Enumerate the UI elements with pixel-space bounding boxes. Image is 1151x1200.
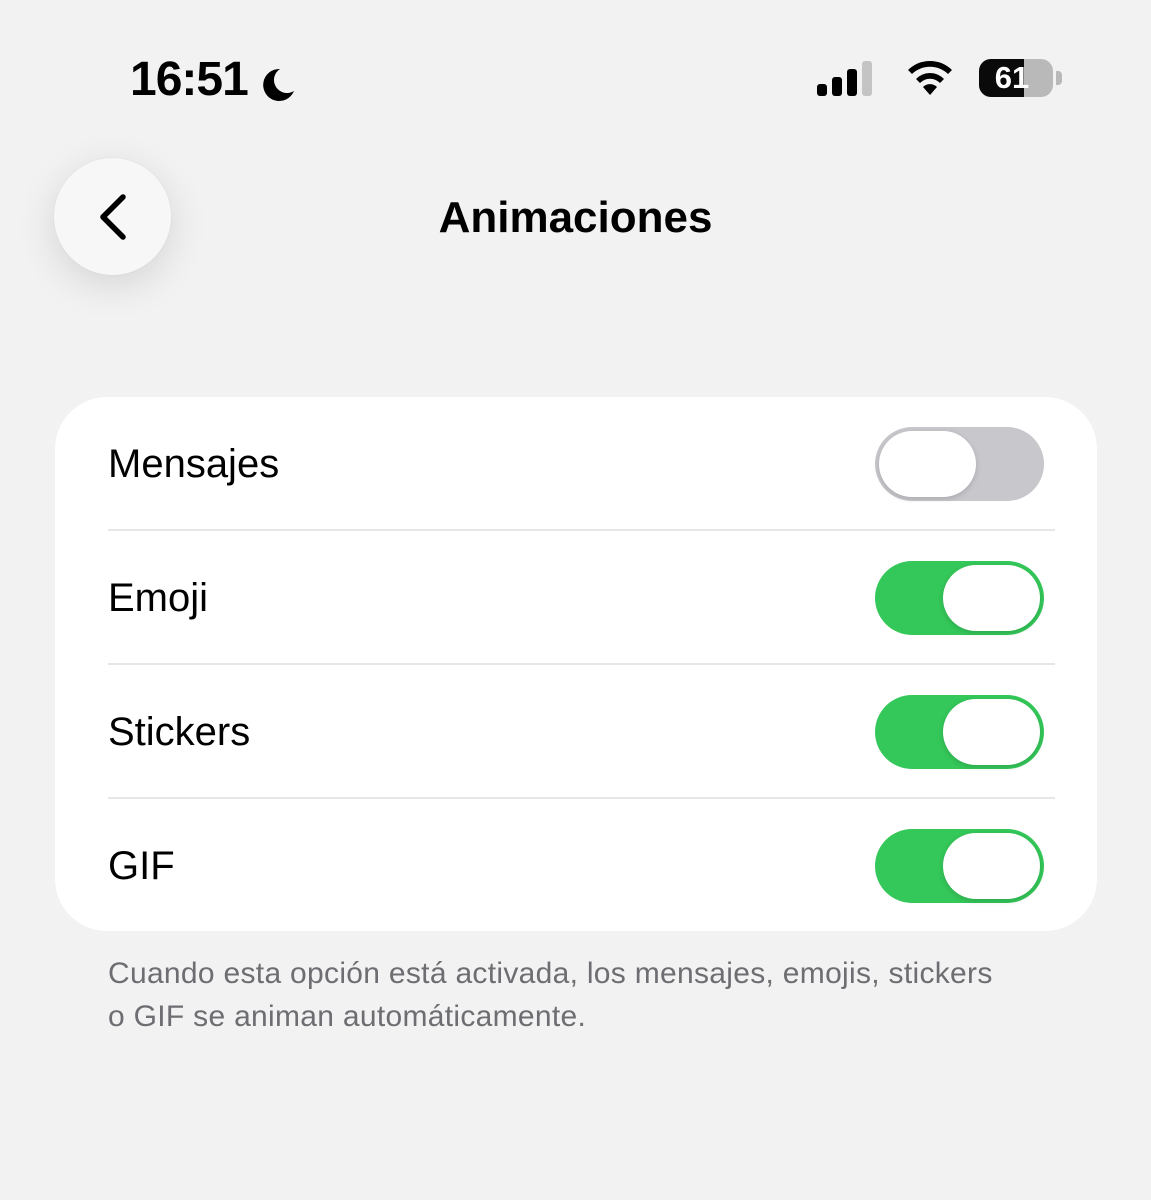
settings-row-gif: GIF	[55, 799, 1097, 931]
toggle-knob	[943, 565, 1040, 631]
settings-row-stickers: Stickers	[55, 665, 1097, 799]
status-time: 16:51	[130, 53, 249, 106]
status-indicators: 61	[815, 56, 1062, 100]
moon-icon	[258, 60, 298, 101]
toggle-knob	[943, 699, 1040, 765]
settings-row-label: Stickers	[108, 710, 251, 754]
settings-card: Mensajes Emoji Stickers GIF	[55, 397, 1097, 931]
toggle-stickers[interactable]	[875, 695, 1044, 769]
footnote-text: Cuando esta opción está activada, los me…	[108, 957, 993, 1033]
wifi-icon	[908, 61, 952, 95]
battery-level: 61	[994, 60, 1030, 95]
battery-tip	[1056, 71, 1062, 85]
settings-row-emoji: Emoji	[55, 531, 1097, 665]
settings-row-mensajes: Mensajes	[55, 397, 1097, 531]
toggle-gif[interactable]	[875, 829, 1044, 903]
settings-row-label: Mensajes	[108, 442, 280, 486]
status-time-container: 16:51	[130, 50, 298, 110]
page-title: Animaciones	[438, 193, 713, 242]
settings-row-label: Emoji	[108, 576, 209, 620]
cellular-signal-icon	[817, 61, 872, 96]
toggle-mensajes[interactable]	[875, 427, 1044, 501]
toggle-knob	[943, 833, 1040, 899]
battery-icon: 61	[979, 59, 1053, 97]
toggle-knob	[879, 431, 976, 497]
toggle-emoji[interactable]	[875, 561, 1044, 635]
settings-row-label: GIF	[108, 844, 175, 888]
